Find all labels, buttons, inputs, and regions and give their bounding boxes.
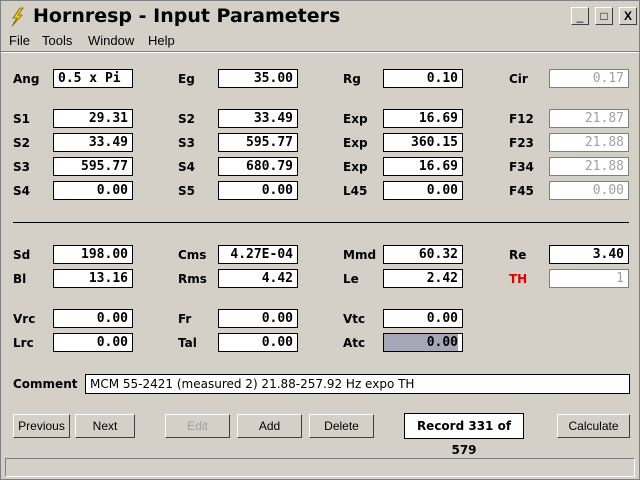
label-re: Re bbox=[509, 248, 527, 262]
window-title: Hornresp - Input Parameters bbox=[33, 5, 341, 27]
atc-field[interactable]: 0.00 bbox=[383, 333, 463, 352]
label-fr: Fr bbox=[178, 312, 192, 326]
l45-field[interactable]: 0.00 bbox=[383, 181, 463, 200]
fr-field[interactable]: 0.00 bbox=[218, 309, 298, 328]
label-s3-top: S3 bbox=[178, 136, 195, 150]
re-field[interactable]: 3.40 bbox=[549, 245, 629, 264]
label-exp-3: Exp bbox=[343, 160, 368, 174]
label-cms: Cms bbox=[178, 248, 207, 262]
status-bar bbox=[5, 458, 635, 477]
ang-field[interactable]: 0.5 x Pi bbox=[53, 69, 133, 88]
label-rms: Rms bbox=[178, 272, 207, 286]
record-indicator: Record 331 of 579 bbox=[404, 413, 524, 457]
s2-field[interactable]: 33.49 bbox=[53, 133, 133, 152]
label-f12: F12 bbox=[509, 112, 534, 126]
cms-field[interactable]: 4.27E-04 bbox=[218, 245, 298, 264]
label-l45: L45 bbox=[343, 184, 368, 198]
sd-field[interactable]: 198.00 bbox=[53, 245, 133, 264]
label-f23: F23 bbox=[509, 136, 534, 150]
label-s1: S1 bbox=[13, 112, 30, 126]
s4-field-top[interactable]: 680.79 bbox=[218, 157, 298, 176]
maximize-button[interactable]: □ bbox=[595, 7, 613, 25]
cir-field: 0.17 bbox=[549, 69, 629, 88]
next-button[interactable]: Next bbox=[75, 414, 135, 438]
delete-button[interactable]: Delete bbox=[309, 414, 374, 438]
close-button[interactable]: X bbox=[619, 7, 637, 25]
label-s4: S4 bbox=[13, 184, 30, 198]
menu-file[interactable]: File bbox=[9, 33, 30, 48]
menu-help[interactable]: Help bbox=[148, 33, 175, 48]
label-tal: Tal bbox=[178, 336, 197, 350]
menu-separator bbox=[1, 51, 639, 53]
menu-bar: File Tools Window Help bbox=[1, 33, 639, 51]
bl-field[interactable]: 13.16 bbox=[53, 269, 133, 288]
tal-field[interactable]: 0.00 bbox=[218, 333, 298, 352]
s4-field[interactable]: 0.00 bbox=[53, 181, 133, 200]
label-rg: Rg bbox=[343, 72, 361, 86]
label-lrc: Lrc bbox=[13, 336, 34, 350]
label-exp-1: Exp bbox=[343, 112, 368, 126]
s1-field[interactable]: 29.31 bbox=[53, 109, 133, 128]
label-s3: S3 bbox=[13, 160, 30, 174]
title-bar[interactable]: Hornresp - Input Parameters _ □ X bbox=[1, 1, 639, 33]
label-atc: Atc bbox=[343, 336, 366, 350]
lightning-bolt-icon bbox=[7, 7, 27, 27]
s5-field[interactable]: 0.00 bbox=[218, 181, 298, 200]
s3-field[interactable]: 595.77 bbox=[53, 157, 133, 176]
comment-field[interactable]: MCM 55-2421 (measured 2) 21.88-257.92 Hz… bbox=[85, 374, 630, 394]
th-field: 1 bbox=[549, 269, 629, 288]
previous-button[interactable]: Previous bbox=[13, 414, 70, 438]
label-f45: F45 bbox=[509, 184, 534, 198]
label-exp-2: Exp bbox=[343, 136, 368, 150]
label-vrc: Vrc bbox=[13, 312, 36, 326]
exp-field-3[interactable]: 16.69 bbox=[383, 157, 463, 176]
section-divider bbox=[13, 222, 629, 223]
f23-field: 21.88 bbox=[549, 133, 629, 152]
s2-field-top[interactable]: 33.49 bbox=[218, 109, 298, 128]
edit-button: Edit bbox=[165, 414, 230, 438]
vtc-field[interactable]: 0.00 bbox=[383, 309, 463, 328]
label-eg: Eg bbox=[178, 72, 195, 86]
label-le: Le bbox=[343, 272, 359, 286]
f34-field: 21.88 bbox=[549, 157, 629, 176]
mmd-field[interactable]: 60.32 bbox=[383, 245, 463, 264]
f45-field: 0.00 bbox=[549, 181, 629, 200]
label-s5: S5 bbox=[178, 184, 195, 198]
minimize-button[interactable]: _ bbox=[571, 7, 589, 25]
label-sd: Sd bbox=[13, 248, 31, 262]
rg-field[interactable]: 0.10 bbox=[383, 69, 463, 88]
label-th[interactable]: TH bbox=[509, 272, 527, 286]
f12-field: 21.87 bbox=[549, 109, 629, 128]
label-s4-top: S4 bbox=[178, 160, 195, 174]
exp-field-2[interactable]: 360.15 bbox=[383, 133, 463, 152]
label-cir: Cir bbox=[509, 72, 528, 86]
menu-tools[interactable]: Tools bbox=[42, 33, 72, 48]
le-field[interactable]: 2.42 bbox=[383, 269, 463, 288]
hornresp-window: Hornresp - Input Parameters _ □ X File T… bbox=[0, 0, 640, 480]
label-comment: Comment bbox=[13, 377, 78, 391]
label-vtc: Vtc bbox=[343, 312, 366, 326]
label-s2-top: S2 bbox=[178, 112, 195, 126]
menu-window[interactable]: Window bbox=[88, 33, 134, 48]
vrc-field[interactable]: 0.00 bbox=[53, 309, 133, 328]
label-s2: S2 bbox=[13, 136, 30, 150]
calculate-button[interactable]: Calculate bbox=[557, 414, 630, 438]
atc-selected-value: 0.00 bbox=[384, 334, 458, 351]
label-ang: Ang bbox=[13, 72, 40, 86]
label-f34: F34 bbox=[509, 160, 534, 174]
add-button[interactable]: Add bbox=[237, 414, 302, 438]
label-bl: Bl bbox=[13, 272, 27, 286]
rms-field[interactable]: 4.42 bbox=[218, 269, 298, 288]
lrc-field[interactable]: 0.00 bbox=[53, 333, 133, 352]
label-mmd: Mmd bbox=[343, 248, 377, 262]
eg-field[interactable]: 35.00 bbox=[218, 69, 298, 88]
s3-field-top[interactable]: 595.77 bbox=[218, 133, 298, 152]
exp-field-1[interactable]: 16.69 bbox=[383, 109, 463, 128]
